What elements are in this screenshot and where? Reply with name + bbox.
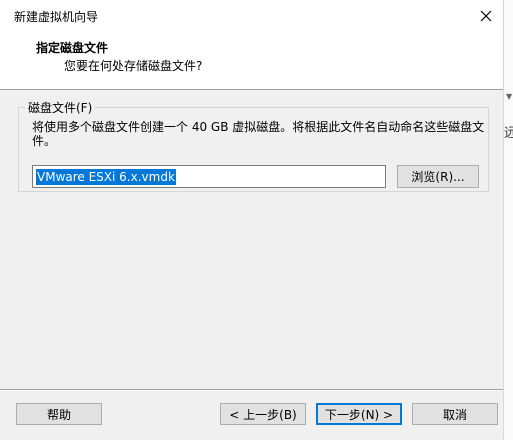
scroll-down-arrow-icon: ▼	[506, 92, 513, 101]
close-button[interactable]	[469, 0, 503, 31]
disk-file-value: VMware ESXi 6.x.vmdk	[36, 168, 176, 185]
next-button[interactable]: 下一步(N) >	[316, 403, 402, 425]
new-vm-wizard-dialog: 新建虚拟机向导 指定磁盘文件 您要在何处存储磁盘文件? 磁盘文件(F) 将使用多…	[0, 0, 504, 440]
browse-button[interactable]: 浏览(R)...	[397, 165, 479, 188]
disk-file-group-label: 磁盘文件(F)	[28, 101, 93, 115]
background-window-text: 远	[504, 126, 513, 141]
cancel-button[interactable]: 取消	[412, 403, 498, 425]
window-title: 新建虚拟机向导	[14, 10, 99, 24]
back-button[interactable]: < 上一步(B)	[220, 403, 306, 425]
close-icon	[480, 10, 492, 21]
help-button[interactable]: 帮助	[16, 403, 102, 425]
page-subtitle: 您要在何处存储磁盘文件?	[64, 59, 203, 73]
title-bar: 新建虚拟机向导	[0, 0, 503, 31]
wizard-header: 指定磁盘文件 您要在何处存储磁盘文件?	[0, 31, 503, 90]
background-window-edge	[504, 0, 513, 440]
footer-divider	[0, 389, 503, 391]
page-title: 指定磁盘文件	[36, 41, 109, 55]
disk-file-input[interactable]: VMware ESXi 6.x.vmdk	[32, 165, 386, 188]
disk-file-description: 将使用多个磁盘文件创建一个 40 GB 虚拟磁盘。将根据此文件名自动命名这些磁盘…	[32, 120, 485, 148]
